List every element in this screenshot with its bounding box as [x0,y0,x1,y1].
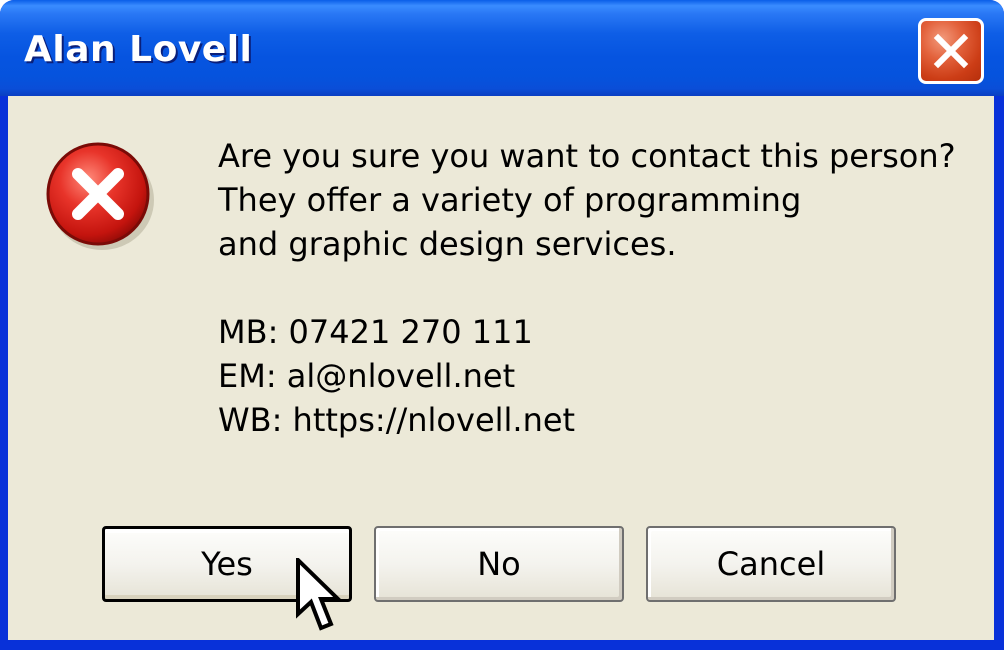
message-line: They offer a variety of programming [218,181,802,219]
window-title: Alan Lovell [24,29,253,70]
title-bar[interactable]: Alan Lovell [0,0,1004,96]
close-x-icon [933,33,969,69]
contact-email: EM: al@nlovell.net [218,357,516,395]
contact-mobile: MB: 07421 270 111 [218,313,533,351]
message-line: Are you sure you want to contact this pe… [218,137,956,175]
contact-details: MB: 07421 270 111 EM: al@nlovell.net WB:… [218,310,575,442]
no-button[interactable]: No [374,526,624,602]
window-frame-bottom [0,640,1004,650]
cancel-button[interactable]: Cancel [646,526,896,602]
message-dialog: Alan Lovell Are you sure you want to con… [0,0,1004,650]
message-text: Are you sure you want to contact this pe… [218,134,988,266]
mouse-pointer-icon [296,558,343,631]
message-line: and graphic design services. [218,225,677,263]
contact-website: WB: https://nlovell.net [218,401,576,439]
close-button[interactable] [918,18,984,84]
dialog-body: Are you sure you want to contact this pe… [8,96,994,640]
error-icon [46,142,154,250]
